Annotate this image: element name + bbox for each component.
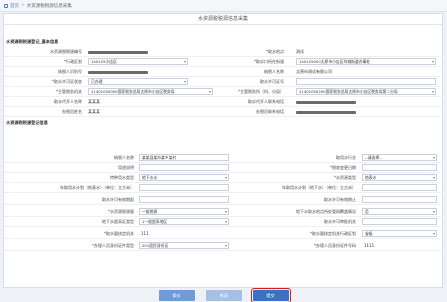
label-overdraft-type: 地下水超采区类型 <box>102 219 134 224</box>
usage-note-input[interactable] <box>139 164 229 171</box>
value-clerk-name: 某某某 <box>88 109 100 114</box>
water-industry-select[interactable]: --请选择-- <box>362 154 437 161</box>
basic-row-2: *行政区划 140105小店区 *取水口所在街道 140105000太原市小店区… <box>4 57 444 67</box>
label-verify-authority: *取水量核定机关 <box>104 231 134 236</box>
label-agent-name: 取水代开人名称 <box>54 99 82 104</box>
label-change-date: *税收变更日期 <box>330 165 356 170</box>
home-icon[interactable] <box>4 3 8 8</box>
source-volume-select[interactable]: 一般税源 <box>139 208 229 215</box>
label-id-number: *办理人员身份证件号码 <box>314 243 356 248</box>
detail-row-1: 纳税人名称 某某县某市某乡某村 取用水行业 --请选择-- <box>4 153 444 163</box>
street-select[interactable]: 140105000太原市小店区坞城街道办事处 <box>296 58 436 65</box>
label-source-no: 水资源税税源编号 <box>50 49 82 54</box>
breadcrumb-current: 水资源税税源信息采集 <box>26 3 72 9</box>
id-type-select[interactable]: 201居民身份证 <box>139 242 229 249</box>
detail-row-4: 年取用水计划（地表水）（单位：立方米） 年取用水计划（地下水）（单位：立方米） <box>4 183 444 193</box>
basic-row-6: 取水代开人名称 某某某 取水代开人联系电话 <box>4 97 444 107</box>
value-agent-name: 某某某 <box>88 99 100 104</box>
label-water-industry: 取用水行业 <box>336 155 356 160</box>
detail-row-6: *水资源税源量 一般税源 地下水取水地点所处管网覆盖情况 否 <box>4 207 444 217</box>
detail-row-2: 用途说明 *税收变更日期 <box>4 163 444 173</box>
basic-row-7: 办税员姓名 某某某 办税员联系电话 <box>4 107 444 117</box>
label-taxpayer-id: 纳税人识别号 <box>58 69 82 74</box>
label-water-resource-type: *水资源类型 <box>334 175 356 180</box>
detail-row-9: *办理人员身份证件类型 201居民身份证 *办理人员身份证件号码 1111 <box>4 241 444 251</box>
permit-start-input[interactable] <box>139 196 229 203</box>
approval-authority-input[interactable] <box>362 218 437 225</box>
label-agent-phone: 取水代开人联系电话 <box>248 99 284 104</box>
label-approval-authority: 取水许可审批机关 <box>324 219 356 224</box>
label-id-type: *办理人员身份证件类型 <box>92 243 134 248</box>
label-clerk-name: 办税员姓名 <box>62 109 82 114</box>
breadcrumb-separator: > <box>21 3 25 8</box>
taxpayer-name-input[interactable]: 某某县某市某乡某村 <box>139 154 229 161</box>
value-id-number: 1111 <box>364 243 375 248</box>
label-intake-place: *取水地点 <box>266 49 284 54</box>
basic-row-1: 水资源税税源编号 *取水地点 测试 <box>4 47 444 57</box>
label-usage-note: 用途说明 <box>118 165 134 170</box>
close-button[interactable]: 关闭 <box>205 289 242 301</box>
admin-division-select[interactable]: 140105小店区 <box>88 58 188 65</box>
value-clerk-phone <box>296 107 436 116</box>
label-permit-start: 取水许可有效期起 <box>102 197 134 202</box>
value-taxpayer-name: 太原市测试有限公司 <box>296 69 332 74</box>
surface-plan-input[interactable] <box>139 184 229 191</box>
label-permit-status: *取水许可证状态 <box>52 79 82 84</box>
change-date-input[interactable] <box>362 164 437 171</box>
permit-end-input[interactable] <box>362 196 437 203</box>
label-verify-division: *取水量核定机关行政区划 <box>310 231 356 236</box>
panel-title: 水资源税税源信息采集 <box>4 14 442 25</box>
basic-row-5: *主管税务机关 21401050000国家税务总局太原市小店区税务局 *主管税务… <box>4 87 444 97</box>
label-permit-no: 取水许可证号 <box>260 79 284 84</box>
breadcrumb: 首页 > 水资源税税源信息采集 <box>0 0 447 12</box>
value-verify-authority: 111 <box>141 231 149 236</box>
label-tax-branch: *主管税务所（科、分局） <box>238 89 284 94</box>
permit-status-select[interactable]: 已办理 <box>88 78 188 85</box>
label-surface-plan: 年取用水计划（地表水）（单位：立方米） <box>60 185 134 190</box>
label-source-volume: *水资源税源量 <box>108 209 134 214</box>
detail-row-5: 取水许可有效期起 取水许可有效期止 <box>4 195 444 205</box>
form-footer: 保存 关闭 提交 <box>0 287 447 302</box>
breadcrumb-home[interactable]: 首页 <box>10 3 19 9</box>
value-taxpayer-id <box>88 67 218 76</box>
label-street: *取水口所在街道 <box>254 59 284 64</box>
label-network-coverage: 地下水取水地点所处管网覆盖情况 <box>296 209 356 214</box>
label-taxpayer-name-2: 纳税人名称 <box>114 155 134 160</box>
value-source-no <box>88 47 218 56</box>
tax-branch-select[interactable]: 21401050200国家税务总局太原市小店区税务局第二分局 <box>296 88 436 95</box>
save-button[interactable]: 保存 <box>158 289 195 301</box>
network-coverage-select[interactable]: 否 <box>362 208 437 215</box>
ground-plan-input[interactable] <box>362 184 437 191</box>
submit-button[interactable]: 提交 <box>250 287 291 302</box>
masked-value <box>88 70 148 74</box>
overdraft-type-select[interactable]: 1一般超采地区 <box>139 218 229 225</box>
label-taxpayer-name: 纳税人名称 <box>264 69 284 74</box>
detail-row-3: 特种用水类型 地下水水 *水资源类型 地表水 <box>4 173 444 183</box>
label-tax-authority: *主管税务机关 <box>56 89 82 94</box>
basic-row-3: 纳税人识别号 纳税人名称 太原市测试有限公司 <box>4 67 444 77</box>
masked-value <box>296 110 356 114</box>
verify-division-select[interactable]: 省级 <box>362 230 437 237</box>
detail-row-7: 地下水超采区类型 1一般超采地区 取水许可审批机关 <box>4 217 444 227</box>
special-water-type-select[interactable]: 地下水水 <box>139 174 229 181</box>
basic-row-4: *取水许可证状态 已办理 取水许可证号 <box>4 77 444 87</box>
water-resource-type-select[interactable]: 地表水 <box>362 174 437 181</box>
section-detail-title: 水资源税税源登记信息 <box>6 120 48 125</box>
label-clerk-phone: 办税员联系电话 <box>256 109 284 114</box>
label-admin-division: *行政区划 <box>64 59 82 64</box>
label-ground-plan: 年取用水计划（地下水）（单位：立方米） <box>282 185 356 190</box>
tax-authority-select[interactable]: 21401050000国家税务总局太原市小店区税务局 <box>88 88 213 95</box>
label-special-water-type: 特种用水类型 <box>110 175 134 180</box>
section-basic-title: 水资源税税源登记_基本信息 <box>6 39 59 44</box>
masked-value <box>88 50 148 54</box>
permit-no-input[interactable] <box>296 78 436 85</box>
value-agent-phone <box>296 97 436 106</box>
masked-value <box>296 100 356 104</box>
label-permit-end: 取水许可有效期止 <box>324 197 356 202</box>
detail-row-8: *取水量核定机关 111 *取水量核定机关行政区划 省级 <box>4 229 444 239</box>
form-panel: 水资源税税源信息采集 水资源税税源登记_基本信息 水资源税税源编号 *取水地点 … <box>3 13 444 288</box>
value-intake-place: 测试 <box>296 49 304 54</box>
